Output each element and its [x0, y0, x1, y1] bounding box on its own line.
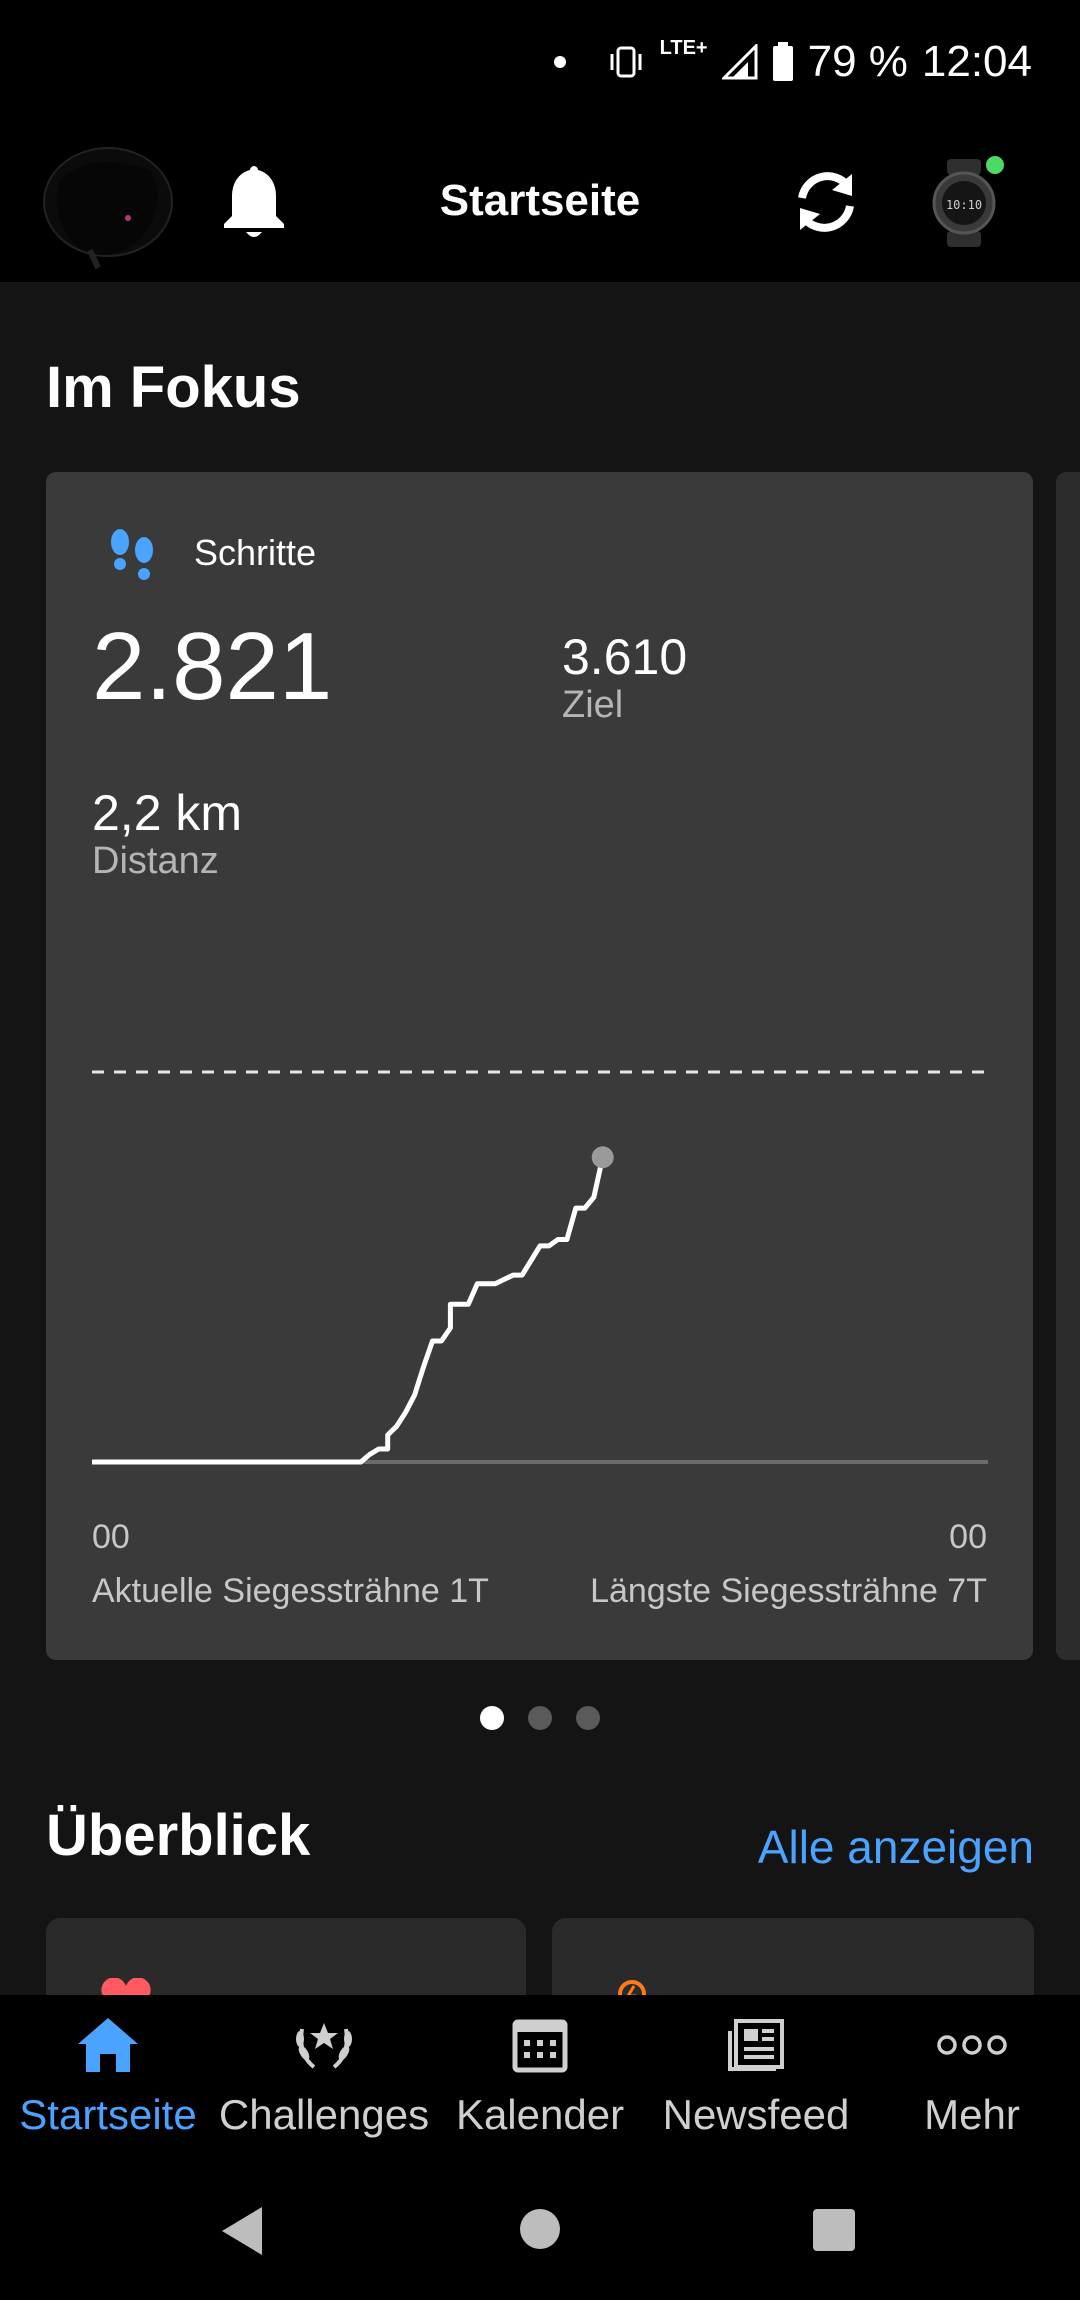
nav-label: Challenges: [218, 2091, 430, 2138]
page-title: Startseite: [439, 176, 641, 225]
goal-value: 3.610: [562, 629, 688, 685]
notification-dot-icon: [553, 56, 566, 68]
focus-section-title: Im Fokus: [46, 355, 301, 420]
x-axis-start-label: 00: [92, 1518, 130, 1556]
more-icon: [937, 2035, 1007, 2055]
goal-label: Ziel: [562, 684, 624, 726]
calendar-icon: [512, 2019, 568, 2073]
current-streak: Aktuelle Siegessträhne 1T: [92, 1572, 489, 1610]
longest-streak: Längste Siegessträhne 7T: [590, 1572, 987, 1610]
page-dot[interactable]: [576, 1706, 600, 1730]
clock: 12:04: [921, 37, 1032, 86]
nav-mehr[interactable]: Mehr: [864, 2007, 1080, 2139]
steps-series-line: [92, 1156, 606, 1465]
x-axis-end-label: 00: [949, 1518, 987, 1556]
nav-label: Startseite: [19, 2091, 197, 2138]
distance-label: Distanz: [92, 840, 219, 882]
newsfeed-icon: [728, 2019, 784, 2071]
system-home-icon[interactable]: [520, 2209, 560, 2249]
signal-icon: [721, 44, 758, 80]
nav-label: Newsfeed: [662, 2091, 850, 2138]
system-back-icon[interactable]: [222, 2207, 262, 2255]
bottom-navigation: Startseite Challenges Kalender Newsfeed …: [0, 1995, 1080, 2155]
steps-chart: [92, 1070, 988, 1465]
nav-startseite[interactable]: Startseite: [0, 2007, 216, 2139]
battery-icon: [772, 42, 793, 81]
steps-value: 2.821: [92, 613, 333, 720]
device-watch-icon[interactable]: 10:10: [925, 155, 1005, 251]
sync-icon[interactable]: [786, 162, 866, 242]
system-navigation-bar: [0, 2155, 1080, 2300]
nav-label: Mehr: [924, 2091, 1020, 2138]
page-dot[interactable]: [528, 1706, 552, 1730]
nav-newsfeed[interactable]: Newsfeed: [648, 2007, 864, 2139]
laurel-icon: [296, 2023, 352, 2069]
status-bar: LTE+ 79 % 12:04: [0, 0, 1080, 120]
battery-level: 79 %: [807, 37, 908, 86]
current-steps-point: [591, 1146, 614, 1169]
card-label: Schritte: [194, 532, 317, 573]
show-all-link[interactable]: Alle anzeigen: [758, 1820, 1034, 1874]
distance-value: 2,2 km: [92, 785, 243, 841]
nav-kalender[interactable]: Kalender: [432, 2007, 648, 2139]
steps-focus-card[interactable]: Schritte 2.821 3.610 Ziel 2,2 km Distanz…: [46, 472, 1033, 1660]
page-indicator: [0, 1706, 1080, 1730]
nav-label: Kalender: [455, 2091, 625, 2138]
page-dot[interactable]: [480, 1706, 504, 1730]
status-icons: LTE+ 79 % 12:04: [553, 30, 1032, 94]
network-type: LTE+: [659, 36, 708, 59]
home-icon: [78, 2018, 138, 2072]
app-header: Startseite 10:10: [0, 120, 1080, 282]
nav-challenges[interactable]: Challenges: [216, 2007, 432, 2139]
svg-text:10:10: 10:10: [946, 198, 982, 212]
vibrate-icon: [610, 46, 642, 78]
overview-section-title: Überblick: [46, 1803, 311, 1868]
system-recents-icon[interactable]: [813, 2209, 855, 2251]
connected-status-dot: [986, 156, 1004, 174]
next-card-peek[interactable]: [1056, 472, 1080, 1660]
footsteps-icon: [111, 529, 153, 580]
